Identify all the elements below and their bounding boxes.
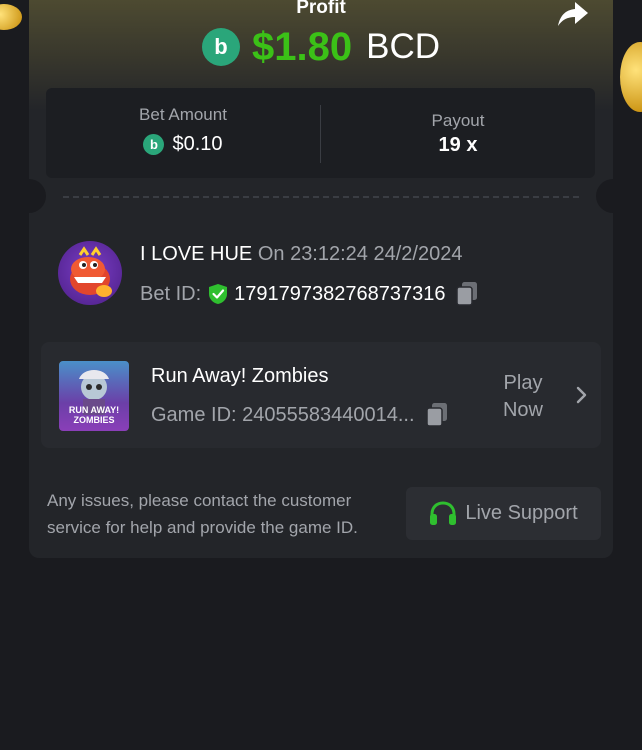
profit-currency: BCD: [366, 27, 440, 66]
chevron-right-icon[interactable]: [576, 386, 588, 404]
game-row[interactable]: RUN AWAY! ZOMBIES Run Away! Zombies Game…: [41, 342, 601, 448]
bet-amount-label: Bet Amount: [139, 105, 227, 124]
ticket-notch-right: [596, 179, 613, 213]
bet-amount-value: $0.10: [172, 133, 223, 155]
avatar[interactable]: [58, 241, 122, 305]
play-now-link[interactable]: Play Now: [493, 370, 553, 424]
copy-icon[interactable]: [455, 281, 479, 307]
coin-icon: b: [143, 134, 165, 155]
user-name: I LOVE HUE: [140, 243, 253, 265]
live-support-label: Live Support: [465, 502, 578, 524]
dashed-separator: [63, 196, 579, 198]
dragon-avatar-icon: [70, 246, 112, 297]
profit-label: Profit: [296, 0, 346, 18]
game-thumbnail-text: RUN AWAY! ZOMBIES: [68, 405, 120, 425]
support-help-text: Any issues, please contact the customer …: [47, 491, 358, 537]
copy-icon[interactable]: [425, 402, 449, 428]
headset-icon: [430, 500, 457, 525]
live-support-button[interactable]: Live Support: [406, 487, 601, 540]
coin-icon: b: [201, 28, 240, 66]
bet-amount-column: Bet Amount b $0.10: [46, 88, 320, 178]
payout-column: Payout 19 x: [321, 88, 595, 178]
user-line: I LOVE HUE On 23:12:24 24/2/2024: [140, 243, 462, 266]
bet-timestamp: On 23:12:24 24/2/2024: [257, 243, 463, 265]
game-id-row: Game ID: 24055583440014...: [151, 402, 449, 428]
bet-stats-box: Bet Amount b $0.10 Payout 19 x: [46, 88, 595, 178]
payout-label: Payout: [431, 111, 485, 130]
bet-id-row: Bet ID: 1791797382768737316: [140, 281, 479, 307]
ticket-notch-left: [29, 179, 46, 213]
profit-amount: $1.80: [251, 24, 353, 69]
bet-id-label: Bet ID:: [140, 282, 202, 305]
profit-row: b $1.80 BCD: [29, 24, 613, 70]
verified-shield-icon: [209, 284, 228, 304]
payout-value: 19 x: [438, 134, 478, 156]
decorative-coin-right: [620, 42, 642, 112]
decorative-coin-left: [0, 4, 22, 30]
game-name: Run Away! Zombies: [151, 365, 329, 387]
game-id: Game ID: 24055583440014...: [151, 403, 415, 426]
bet-id-value: 1791797382768737316: [234, 282, 446, 305]
bet-amount-value-row: b $0.10: [46, 133, 320, 156]
game-thumbnail[interactable]: RUN AWAY! ZOMBIES: [59, 361, 129, 431]
bet-detail-card: Profit b $1.80 BCD Bet Amount b $0.10 Pa…: [29, 0, 613, 558]
